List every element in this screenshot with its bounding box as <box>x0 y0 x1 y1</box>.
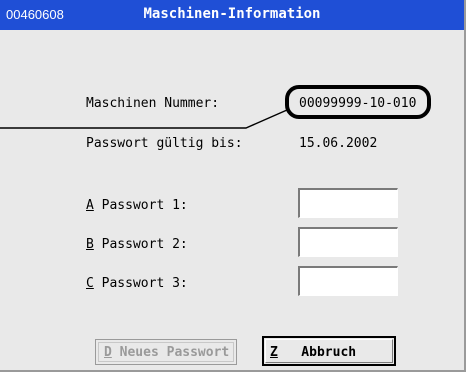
cancel-text: Abbruch <box>277 345 357 360</box>
password-1-input[interactable] <box>298 188 398 218</box>
password-2-input[interactable] <box>298 227 398 257</box>
password-2-label: B Passwort 2: <box>86 237 188 252</box>
password-1-hotkey: A <box>86 198 94 213</box>
password-1-text: Passwort 1: <box>93 198 188 213</box>
password-3-label: C Passwort 3: <box>86 276 188 291</box>
new-password-button-label: D Neues Passwort <box>104 343 229 363</box>
cancel-hotkey: Z <box>270 345 278 360</box>
password-2-text: Passwort 2: <box>93 237 188 252</box>
new-password-text: Neues Passwort <box>111 345 230 360</box>
new-password-button[interactable]: D Neues Passwort <box>95 339 237 365</box>
title-bar: 00460608 Maschinen-Information <box>0 0 464 30</box>
new-password-hotkey: D <box>104 345 112 360</box>
password-valid-value: 15.06.2002 <box>299 136 378 151</box>
password-valid-label: Passwort gültig bis: <box>86 136 243 151</box>
password-1-label: A Passwort 1: <box>86 198 188 213</box>
machine-info-dialog: 00460608 Maschinen-Information Maschinen… <box>0 0 466 372</box>
password-3-hotkey: C <box>86 276 94 291</box>
cancel-button-label: Z Abbruch <box>270 343 356 363</box>
password-3-text: Passwort 3: <box>93 276 188 291</box>
window-title: Maschinen-Information <box>143 6 321 22</box>
password-2-hotkey: B <box>86 237 94 252</box>
machine-number-label: Maschinen Nummer: <box>86 96 220 111</box>
cancel-button[interactable]: Z Abbruch <box>262 336 396 366</box>
password-3-input[interactable] <box>298 266 398 296</box>
machine-number-value: 00099999-10-010 <box>299 96 417 111</box>
